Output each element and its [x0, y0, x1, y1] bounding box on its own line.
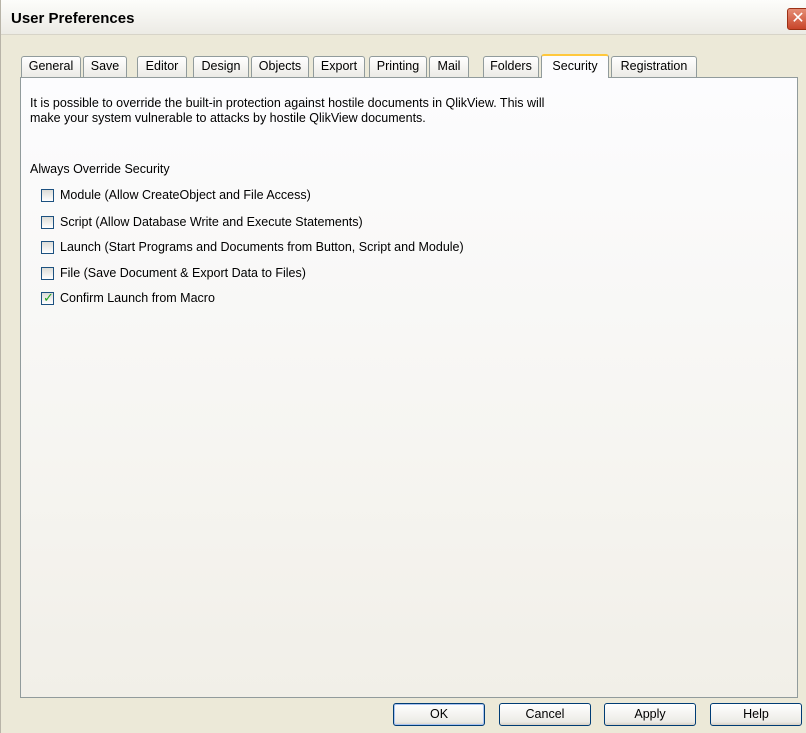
script-checkbox-label[interactable]: Script (Allow Database Write and Execute…	[60, 215, 363, 229]
override-security-group-label: Always Override Security	[30, 162, 170, 176]
launch-checkbox-label[interactable]: Launch (Start Programs and Documents fro…	[60, 240, 464, 254]
security-description: It is possible to override the built-in …	[30, 96, 650, 126]
cancel-button[interactable]: Cancel	[499, 703, 591, 726]
description-line-2: make your system vulnerable to attacks b…	[30, 111, 426, 125]
confirm-launch-checkbox[interactable]: ✓	[41, 290, 54, 305]
module-checkbox[interactable]	[41, 189, 54, 202]
tab-general[interactable]: General	[21, 56, 81, 77]
close-icon[interactable]: ✕	[787, 8, 806, 30]
help-button[interactable]: Help	[710, 703, 802, 726]
launch-checkbox[interactable]	[41, 241, 54, 254]
tab-save[interactable]: Save	[83, 56, 127, 77]
file-checkbox[interactable]	[41, 267, 54, 280]
title-bar[interactable]: User Preferences ✕	[1, 0, 806, 35]
tab-security[interactable]: Security	[541, 54, 609, 78]
module-checkbox-label[interactable]: Module (Allow CreateObject and File Acce…	[60, 188, 311, 202]
confirm-launch-checkbox-label[interactable]: Confirm Launch from Macro	[60, 291, 215, 305]
script-checkbox[interactable]	[41, 216, 54, 229]
tab-objects[interactable]: Objects	[251, 56, 309, 77]
tab-folders[interactable]: Folders	[483, 56, 539, 77]
ok-button[interactable]: OK	[393, 703, 485, 726]
tab-design[interactable]: Design	[193, 56, 249, 77]
user-preferences-dialog: User Preferences ✕ General Save Editor D…	[0, 0, 806, 733]
security-panel: It is possible to override the built-in …	[20, 77, 798, 698]
file-checkbox-label[interactable]: File (Save Document & Export Data to Fil…	[60, 266, 306, 280]
description-line-1: It is possible to override the built-in …	[30, 96, 545, 110]
tab-editor[interactable]: Editor	[137, 56, 187, 77]
apply-button[interactable]: Apply	[604, 703, 696, 726]
tab-mail[interactable]: Mail	[429, 56, 469, 77]
tab-export[interactable]: Export	[313, 56, 365, 77]
tab-printing[interactable]: Printing	[369, 56, 427, 77]
checkmark-icon: ✓	[43, 290, 54, 305]
window-title: User Preferences	[11, 10, 135, 27]
tab-registration[interactable]: Registration	[611, 56, 697, 77]
